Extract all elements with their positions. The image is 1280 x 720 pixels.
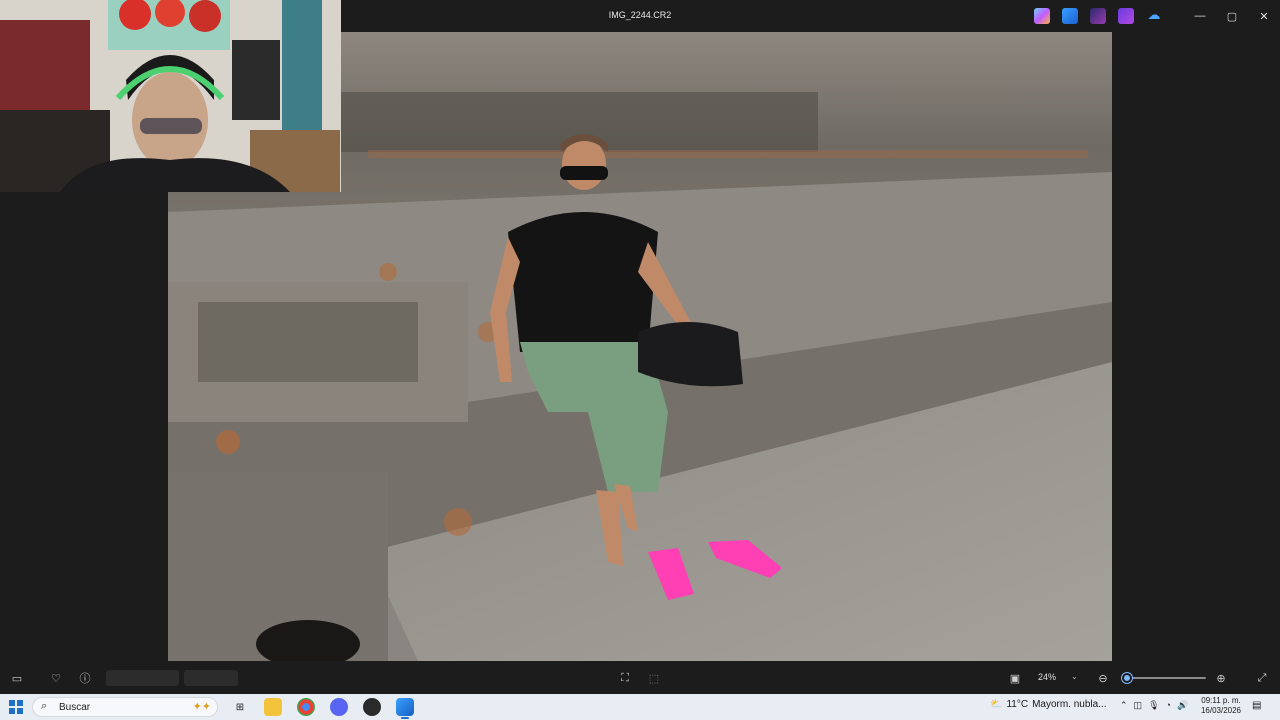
favorite-heart-icon[interactable]: ♡ [48,670,64,686]
active-app-indicator [401,717,409,719]
wifi-icon[interactable]: ◔ [1166,700,1171,711]
search-placeholder: Buscar [59,702,91,713]
wall-stripe [368,150,1088,158]
photos-icon[interactable] [396,698,414,716]
clock-date: 16/03/2026 [1200,706,1242,715]
zoom-out-icon[interactable]: ⊖ [1095,670,1111,686]
volume-icon[interactable]: 🔊 [1177,700,1188,711]
weather-desc: Mayorm. nubla... [1032,699,1107,710]
meet-icon[interactable]: ◫ [1134,700,1143,711]
zoom-slider-thumb[interactable] [1122,673,1132,683]
taskbar-clock[interactable]: 09:11 p. m. 16/03/2026 [1198,696,1244,716]
toolbar-placeholder [106,670,179,686]
lichen-patch [216,430,240,454]
webcam-overlay [0,0,341,192]
chevron-down-icon[interactable]: ⌄ [1071,672,1078,681]
weather-widget[interactable]: ⛅ 11°C Mayorm. nubla... [990,699,1107,710]
task-view-icon[interactable]: ⊞ [231,698,249,716]
windows-start-icon[interactable] [9,700,23,714]
filmstrip-icon[interactable]: ▭ [9,670,25,686]
photo-editor-icon[interactable] [1062,8,1078,24]
webcam-image [0,0,341,192]
clipchamp-icon[interactable] [1090,8,1106,24]
close-button[interactable]: ✕ [1248,6,1280,26]
davinci-icon[interactable] [363,698,381,716]
system-tray: ⌃ ◫ 🎙 ◔ 🔊 [1120,700,1188,711]
stone-step-recess [198,302,418,382]
search-highlight-icon: ✦✦ [192,701,211,713]
minimize-button[interactable]: — [1184,6,1216,26]
maximize-button[interactable]: ▢ [1216,6,1248,26]
weather-icon: ⛅ [990,699,1003,710]
toolbar-placeholder [184,670,238,686]
discord-icon[interactable] [330,698,348,716]
copilot-icon[interactable] [1034,8,1050,24]
fit-window-icon[interactable]: ▣ [1007,670,1023,686]
windows-taskbar: ⌕ Buscar ✦✦ ⊞ ⛅ 11°C Mayorm. nubla... ⌃ … [0,694,1280,720]
microphone-icon[interactable]: 🎙 [1148,700,1159,711]
select-icon[interactable]: ⬚ [646,670,662,686]
search-icon: ⌕ [41,700,48,712]
weather-temp: 11°C [1006,699,1029,710]
notification-icon[interactable]: ▤ [1252,700,1261,711]
lichen-patch [444,508,472,536]
fullscreen-icon[interactable]: ⤢ [1254,670,1270,686]
onedrive-icon[interactable]: ☁ [1146,8,1162,24]
photos-app-window: IMG_2244.CR2 ☁ — ▢ ✕ ▭ ♡ ⓘ ⛶ ⬚ ▣ ⊖ ⊕ ⤢ 2… [0,0,1280,694]
media-app-icon[interactable] [1118,8,1134,24]
info-icon[interactable]: ⓘ [77,670,93,686]
chevron-up-icon[interactable]: ⌃ [1120,700,1128,711]
file-explorer-icon[interactable] [264,698,282,716]
lichen-patch [379,263,397,281]
clock-time: 09:11 p. m. [1201,696,1241,705]
taskbar-search-box[interactable]: ⌕ Buscar ✦✦ [32,697,218,717]
crop-fit-icon[interactable]: ⛶ [617,670,633,686]
black-backpack [638,322,743,387]
zoom-in-icon[interactable]: ⊕ [1213,670,1229,686]
zoom-slider-track[interactable] [1122,677,1206,679]
chrome-icon[interactable] [297,698,315,716]
bottom-toolbar: ▭ ♡ ⓘ ⛶ ⬚ ▣ ⊖ ⊕ ⤢ [0,662,1280,694]
titlebar-app-icons: ☁ [1034,8,1162,24]
window-controls: — ▢ ✕ [1184,6,1280,26]
zoom-level-value[interactable]: 24% [1038,672,1056,682]
